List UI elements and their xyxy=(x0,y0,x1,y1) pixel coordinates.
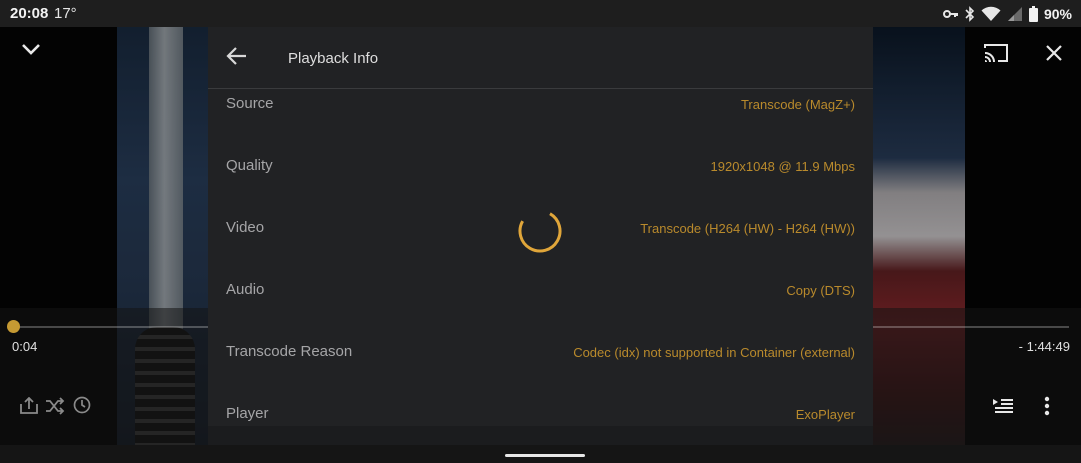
gesture-handle[interactable] xyxy=(505,454,585,457)
row-value: Copy (DTS) xyxy=(786,283,855,298)
info-row-quality: Quality 1920x1048 @ 11.9 Mbps xyxy=(208,151,873,181)
battery-icon xyxy=(1028,6,1038,22)
status-icons: 90% xyxy=(942,4,1072,24)
row-label: Transcode Reason xyxy=(226,343,353,360)
remaining-time: - 1:44:49 xyxy=(1018,339,1070,354)
info-row-source: Source Transcode (MagZ+) xyxy=(208,89,873,119)
close-icon xyxy=(1046,45,1062,61)
wifi-icon xyxy=(981,6,1001,21)
cast-button[interactable] xyxy=(983,42,1009,64)
info-row-audio: Audio Copy (DTS) xyxy=(208,275,873,305)
cast-icon xyxy=(984,44,1008,63)
more-button[interactable] xyxy=(1044,396,1050,416)
elapsed-time: 0:04 xyxy=(12,339,38,354)
shuffle-icon xyxy=(46,397,65,415)
row-value: ExoPlayer xyxy=(795,407,855,422)
row-label: Audio xyxy=(226,281,265,298)
row-value: Transcode (H264 (HW) - H264 (HW)) xyxy=(640,221,855,236)
row-label: Source xyxy=(226,95,274,112)
key-icon xyxy=(942,10,958,18)
back-button[interactable] xyxy=(226,46,248,71)
panel-header: Playback Info xyxy=(208,27,873,89)
cell-signal-icon xyxy=(1007,7,1022,21)
row-label: Quality xyxy=(226,157,273,174)
status-time: 20:08 xyxy=(10,5,49,22)
chevron-down-icon xyxy=(22,44,40,55)
history-button[interactable] xyxy=(73,396,91,414)
playlist-button[interactable] xyxy=(992,397,1014,415)
shuffle-button[interactable] xyxy=(45,397,65,415)
status-temperature: 17° xyxy=(54,5,77,22)
row-value: Codec (idx) not supported in Container (… xyxy=(573,345,855,360)
share-button[interactable] xyxy=(19,397,39,415)
arrow-back-icon xyxy=(226,47,246,65)
seek-thumb[interactable] xyxy=(6,320,20,333)
row-label: Video xyxy=(226,219,265,236)
playlist-icon xyxy=(993,399,1013,413)
row-value: Transcode (MagZ+) xyxy=(740,97,855,112)
minimize-button[interactable] xyxy=(21,42,41,56)
row-label: Player xyxy=(226,405,269,422)
close-button[interactable] xyxy=(1045,44,1063,62)
battery-percent: 90% xyxy=(1043,6,1072,22)
bluetooth-icon xyxy=(965,6,975,22)
more-vert-icon xyxy=(1044,396,1050,416)
history-icon xyxy=(73,396,91,414)
row-value: 1920x1048 @ 11.9 Mbps xyxy=(710,159,856,174)
info-row-transcode-reason: Transcode Reason Codec (idx) not support… xyxy=(208,337,873,367)
panel-title: Playback Info xyxy=(288,50,379,67)
playback-info-panel: Playback Info Source Transcode (MagZ+) Q… xyxy=(208,27,873,445)
status-bar: 20:08 17° 90% xyxy=(0,0,1081,27)
loading-spinner xyxy=(518,209,562,253)
info-row-player: Player ExoPlayer xyxy=(208,399,873,429)
share-icon xyxy=(20,397,38,414)
